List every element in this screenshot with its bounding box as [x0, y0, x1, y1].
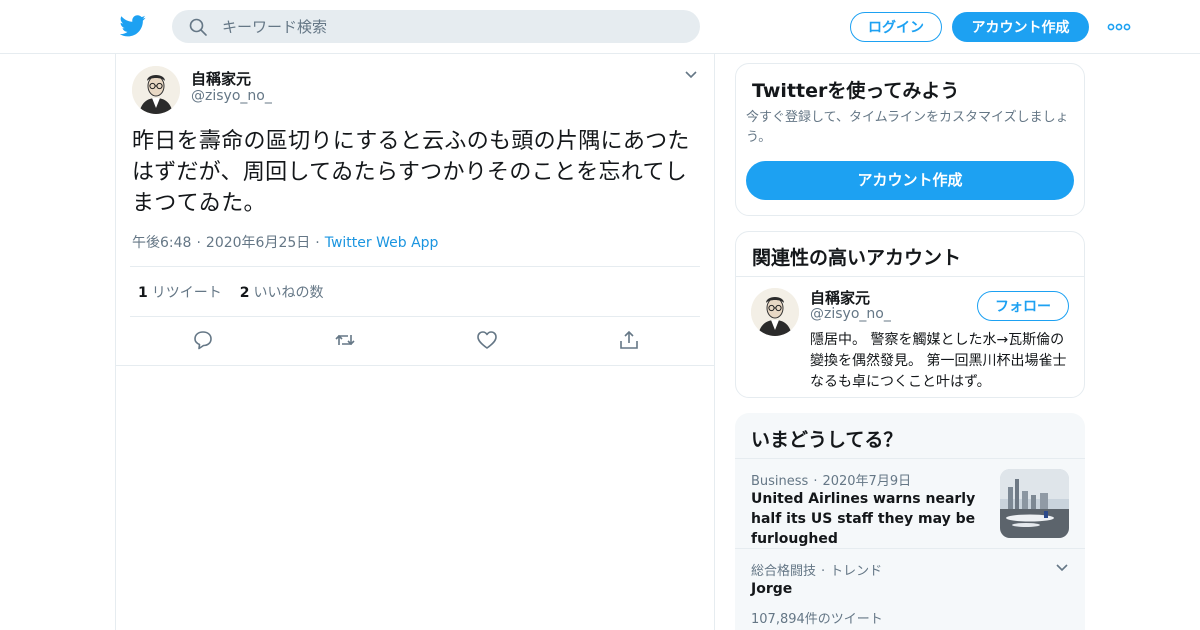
related-account-name[interactable]: 自稱家元	[810, 287, 870, 308]
like-stat[interactable]: 2 いいねの数	[240, 285, 324, 301]
like-count: 2	[239, 285, 250, 301]
search-icon	[189, 18, 207, 36]
trends-title: いまどうしてる？	[751, 429, 903, 451]
trend-category: Business	[751, 474, 809, 489]
twitter-bird-icon[interactable]	[120, 14, 146, 38]
separator-dot: ·	[315, 235, 320, 251]
related-account-handle[interactable]: @zisyo_no_	[810, 306, 891, 322]
chevron-down-icon[interactable]	[1055, 563, 1069, 573]
trend-category: 総合格闘技	[751, 564, 817, 579]
login-button[interactable]: ログイン	[850, 12, 942, 42]
reply-icon[interactable]	[192, 329, 214, 351]
top-navigation-bar: ログイン アカウント作成	[0, 0, 1200, 54]
signup-card-description: 今すぐ登録して、タイムラインをカスタマイズしましょう。	[746, 110, 1069, 145]
like-stat-label: いいねの数	[253, 285, 324, 301]
trend-date: 2020年7月9日	[822, 474, 912, 489]
tweet-stats: 1 リツイート 2 いいねの数	[138, 282, 324, 302]
trend-label: トレンド	[830, 564, 883, 579]
related-accounts-title: 関連性の高いアカウント	[752, 247, 962, 269]
trend-name: Jorge	[751, 581, 793, 597]
tweet-time[interactable]: 午後6:48	[132, 235, 191, 251]
avatar[interactable]	[132, 66, 180, 114]
share-icon[interactable]	[618, 329, 640, 351]
separator-dot: ·	[196, 235, 201, 251]
chevron-down-icon[interactable]	[684, 70, 698, 80]
separator-dot: ·	[813, 474, 818, 489]
search-input[interactable]	[222, 10, 682, 43]
avatar-illustration	[751, 288, 799, 336]
divider	[735, 458, 1085, 459]
tweet-action-bar	[116, 329, 714, 355]
trend-tweet-count: 107,894件のツイート	[751, 612, 883, 627]
tweet-date[interactable]: 2020年6月25日	[206, 235, 310, 251]
retweet-count: 1	[138, 285, 148, 301]
retweet-stat-label: リツイート	[151, 285, 222, 301]
author-name[interactable]: 自稱家元	[191, 68, 251, 89]
divider	[735, 548, 1085, 549]
retweet-stat[interactable]: 1 リツイート	[138, 285, 222, 301]
trend-meta: 総合格闘技 · トレンド	[751, 560, 882, 579]
divider	[116, 365, 714, 366]
retweet-icon[interactable]	[334, 329, 356, 351]
trends-card: いまどうしてる？ Business · 2020年7月9日 United Airli…	[735, 413, 1085, 630]
related-account-bio: 隱居中。 警察を觸媒とした水→瓦斯倫の變換を偶然發見。 第一回黑川杯出場雀士なる…	[810, 332, 1067, 390]
avatar[interactable]	[751, 288, 799, 336]
like-icon[interactable]	[476, 329, 498, 351]
tweet-metadata: 午後6:48 · 2020年6月25日 · Twitter Web App	[132, 232, 438, 252]
related-accounts-card: 関連性の高いアカウント 自稱家元 @zisyo_no_ フォロー 隱居中。 警察…	[735, 231, 1085, 398]
divider	[736, 276, 1084, 277]
separator-dot: ·	[821, 564, 826, 579]
signup-card-button[interactable]: アカウント作成	[746, 161, 1074, 200]
trend-meta: Business · 2020年7月9日	[751, 470, 911, 489]
signup-card: Twitterを使ってみよう 今すぐ登録して、タイムラインをカスタマイズしましょ…	[735, 63, 1085, 216]
signup-card-title: Twitterを使ってみよう	[752, 80, 960, 102]
search-bar[interactable]	[172, 10, 700, 43]
tweet-column: 自稱家元 @zisyo_no_ 昨日を壽命の區切りにすると云ふのも頭の片隅にあつ…	[115, 54, 715, 630]
more-dots-icon[interactable]	[1106, 18, 1132, 36]
trend-thumbnail	[1000, 469, 1069, 538]
tweet-text: 昨日を壽命の區切りにすると云ふのも頭の片隅にあつたはずだが、周回してゐたらすつか…	[132, 129, 690, 216]
signup-button[interactable]: アカウント作成	[952, 12, 1089, 42]
tweet-source-link[interactable]: Twitter Web App	[325, 235, 439, 251]
divider	[130, 316, 700, 317]
avatar-illustration	[132, 66, 180, 114]
divider	[130, 266, 700, 267]
follow-button[interactable]: フォロー	[977, 291, 1069, 321]
author-handle[interactable]: @zisyo_no_	[191, 88, 272, 104]
trend-headline: United Airlines warns nearly half its US…	[751, 491, 976, 547]
